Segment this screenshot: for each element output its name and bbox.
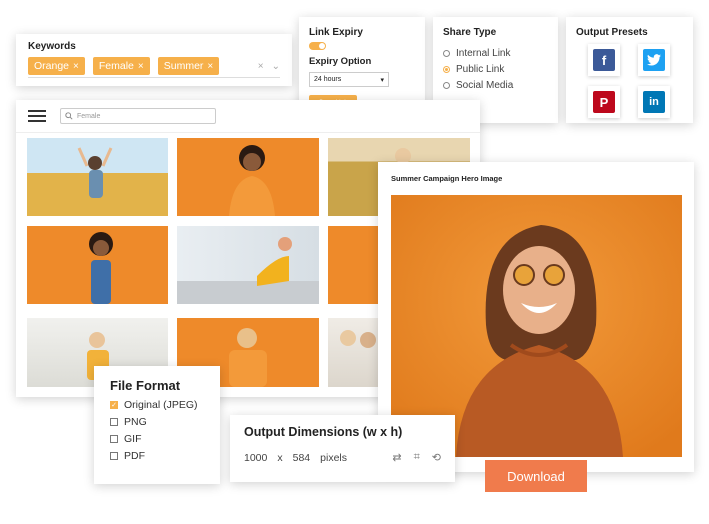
search-icon (65, 112, 73, 120)
preset-facebook[interactable]: f (588, 44, 620, 76)
keyword-chip-female[interactable]: Female × (92, 57, 150, 75)
format-option-pdf[interactable]: PDF (110, 450, 204, 462)
divider (28, 77, 280, 78)
checkbox[interactable]: ✓ (110, 401, 118, 409)
share-option-internal[interactable]: Internal Link (443, 48, 548, 59)
format-option-jpeg[interactable]: ✓ Original (JPEG) (110, 399, 204, 411)
linkedin-icon: in (643, 91, 665, 113)
expiry-option-label: Expiry Option (309, 56, 372, 67)
option-label: Original (JPEG) (124, 399, 198, 411)
remove-chip-icon[interactable]: × (73, 61, 79, 72)
expiry-value: 24 hours (314, 76, 342, 83)
option-label: GIF (124, 433, 142, 445)
keywords-title: Keywords (28, 41, 76, 52)
checkbox[interactable] (110, 418, 118, 426)
chevron-down-icon[interactable]: ⌄ (272, 61, 280, 72)
dimension-separator: x (277, 451, 283, 464)
chip-label: Female (98, 60, 134, 72)
thumbnail-woman-field[interactable] (27, 138, 168, 216)
keyword-chip-orange[interactable]: Orange × (28, 57, 85, 75)
remove-chip-icon[interactable]: × (138, 61, 144, 72)
radio-button[interactable] (443, 50, 450, 57)
output-dimensions-title: Output Dimensions (w x h) (244, 425, 403, 439)
keyword-chip-summer[interactable]: Summer × (157, 57, 220, 75)
option-label: Public Link (456, 64, 505, 75)
hero-title: Summer Campaign Hero Image (391, 174, 503, 183)
share-type-title: Share Type (443, 27, 497, 38)
keyword-chips: Orange × Female × Summer × × ⌄ (28, 57, 280, 75)
search-input[interactable]: Female (60, 108, 216, 124)
height-input[interactable]: 584 (293, 452, 311, 464)
expiry-select[interactable]: 24 hours ▾ (309, 72, 389, 87)
option-label: PDF (124, 450, 145, 462)
output-presets-title: Output Presets (576, 27, 648, 38)
swap-icon[interactable]: ⇄ (392, 451, 401, 464)
chip-label: Orange (34, 60, 70, 72)
preset-pinterest[interactable]: P (588, 86, 620, 118)
menu-icon[interactable] (28, 110, 46, 122)
crop-icon[interactable]: ⌗ (414, 451, 420, 464)
thumbnail-woman-striped-top[interactable] (27, 226, 168, 304)
keywords-panel: Keywords Orange × Female × Summer × × ⌄ (16, 34, 292, 86)
option-label: PNG (124, 416, 147, 428)
search-placeholder: Female (77, 112, 101, 120)
option-label: Internal Link (456, 48, 511, 59)
width-input[interactable]: 1000 (244, 452, 267, 464)
preset-linkedin[interactable]: in (638, 86, 670, 118)
keyword-controls: × ⌄ (258, 61, 280, 72)
file-format-title: File Format (110, 378, 181, 393)
checkbox[interactable] (110, 452, 118, 460)
chevron-down-icon: ▾ (380, 76, 384, 84)
preset-twitter[interactable] (638, 44, 670, 76)
share-option-public[interactable]: Public Link (443, 64, 548, 75)
radio-button[interactable] (443, 66, 450, 73)
format-option-gif[interactable]: GIF (110, 433, 204, 445)
thumbnail-woman-orange-sweater[interactable] (177, 138, 319, 216)
share-option-social[interactable]: Social Media (443, 80, 548, 91)
link-expiry-title: Link Expiry (309, 27, 363, 38)
remove-chip-icon[interactable]: × (207, 61, 213, 72)
unit-label: pixels (320, 451, 347, 464)
gallery-header: Female (16, 100, 480, 133)
file-format-panel: File Format ✓ Original (JPEG) PNG GIF PD… (94, 366, 220, 484)
reset-icon[interactable]: ⟲ (432, 451, 441, 464)
output-dimensions-panel: Output Dimensions (w x h) 1000 x 584 pix… (230, 415, 455, 482)
checkbox[interactable] (110, 435, 118, 443)
clear-icon[interactable]: × (258, 61, 264, 72)
download-button[interactable]: Download (485, 460, 587, 492)
format-option-png[interactable]: PNG (110, 416, 204, 428)
thumbnail-woman-relaxing[interactable] (177, 226, 319, 304)
option-label: Social Media (456, 80, 514, 91)
pinterest-icon: P (593, 91, 615, 113)
link-expiry-toggle[interactable] (309, 42, 326, 50)
twitter-icon (643, 49, 665, 71)
output-presets-panel: Output Presets f P in (566, 17, 693, 123)
chip-label: Summer (163, 60, 204, 72)
radio-button[interactable] (443, 82, 450, 89)
facebook-icon: f (593, 49, 615, 71)
